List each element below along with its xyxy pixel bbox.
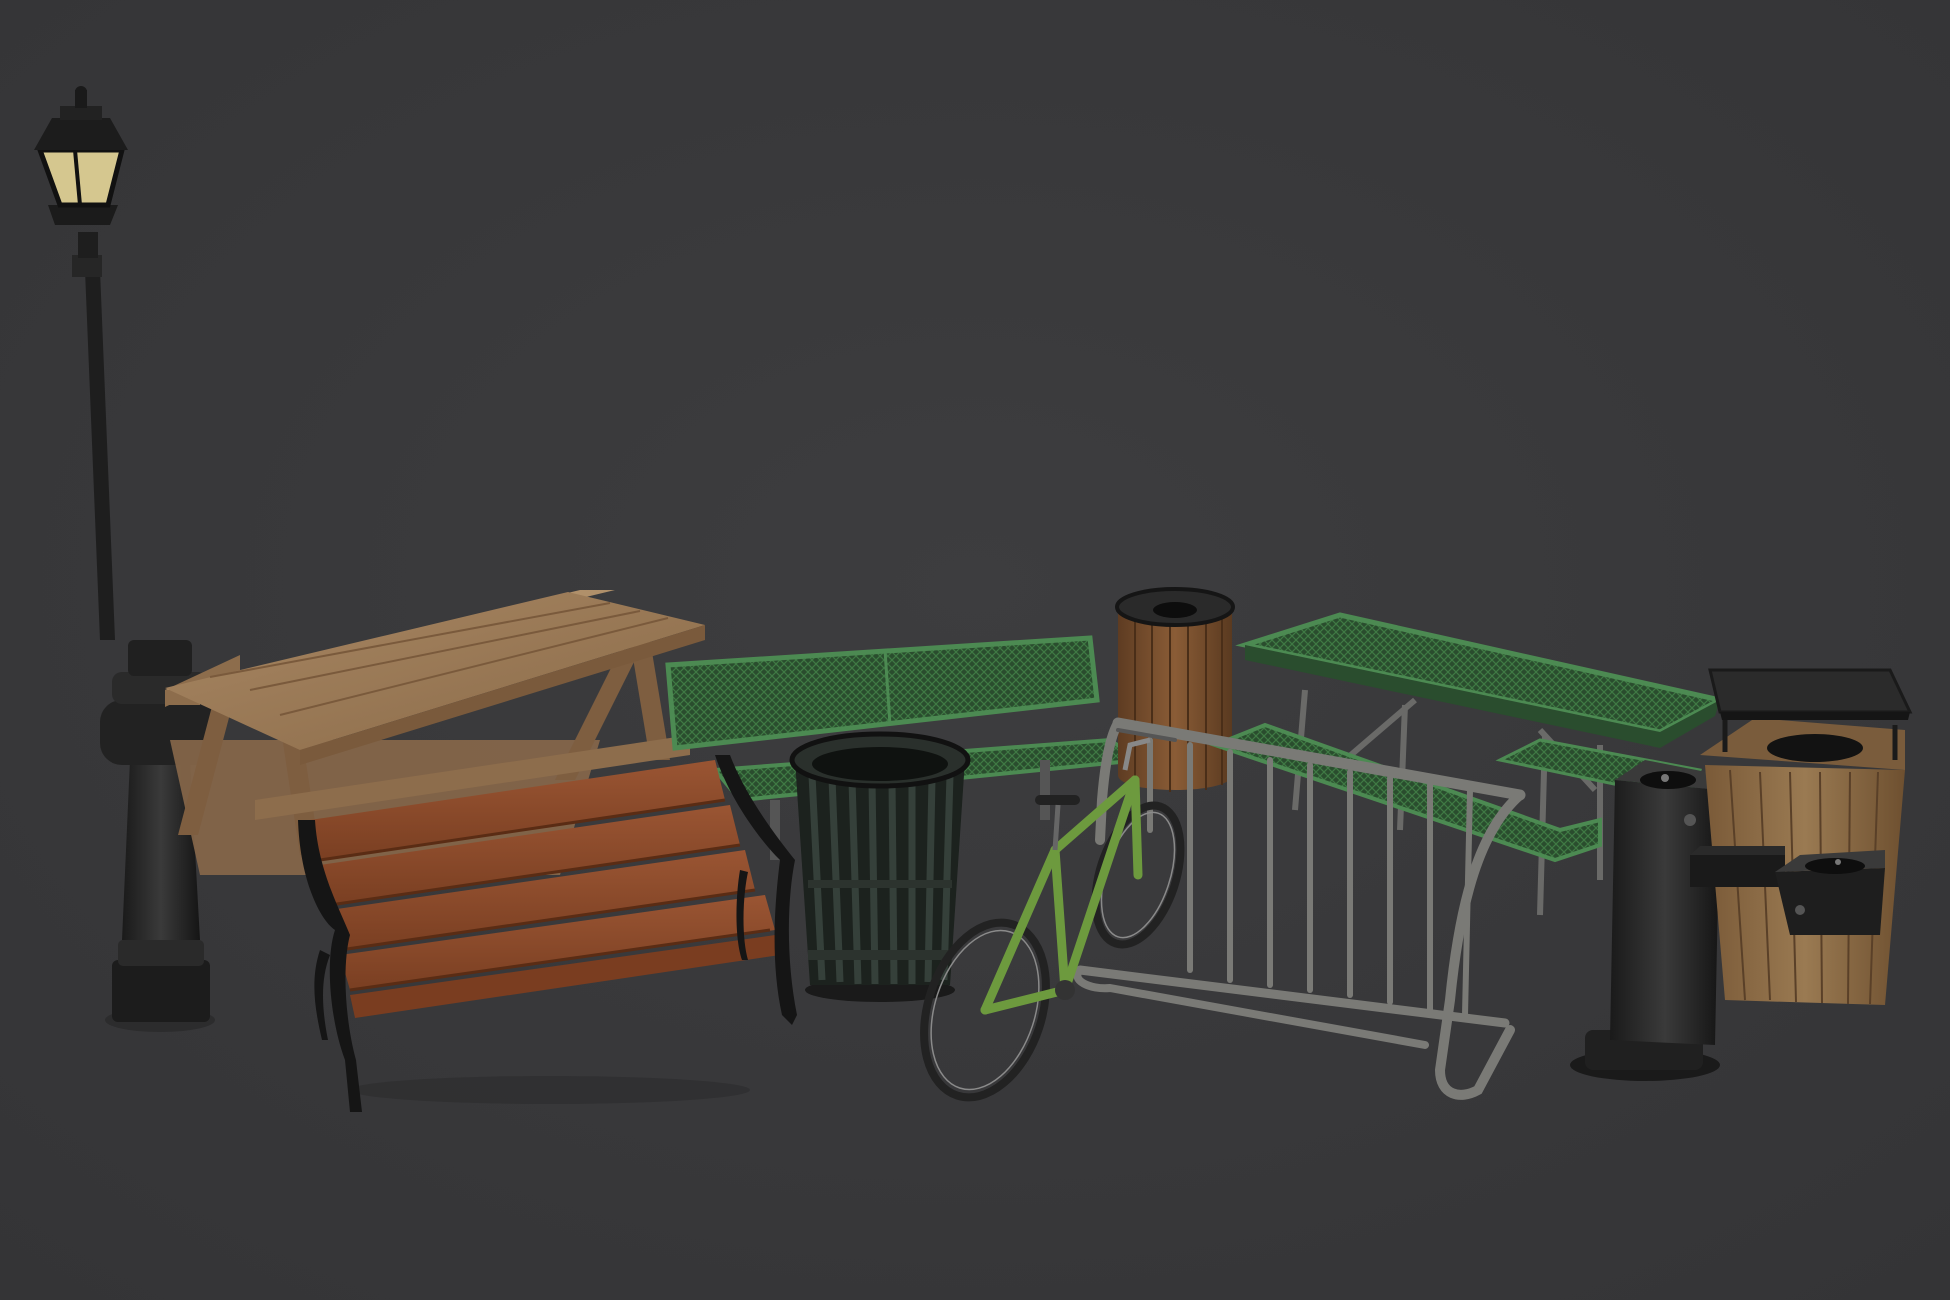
- scene-canvas: [0, 0, 1950, 1300]
- street-furniture-render: [0, 0, 1950, 1300]
- wooden-round-trash-can: [1115, 587, 1235, 792]
